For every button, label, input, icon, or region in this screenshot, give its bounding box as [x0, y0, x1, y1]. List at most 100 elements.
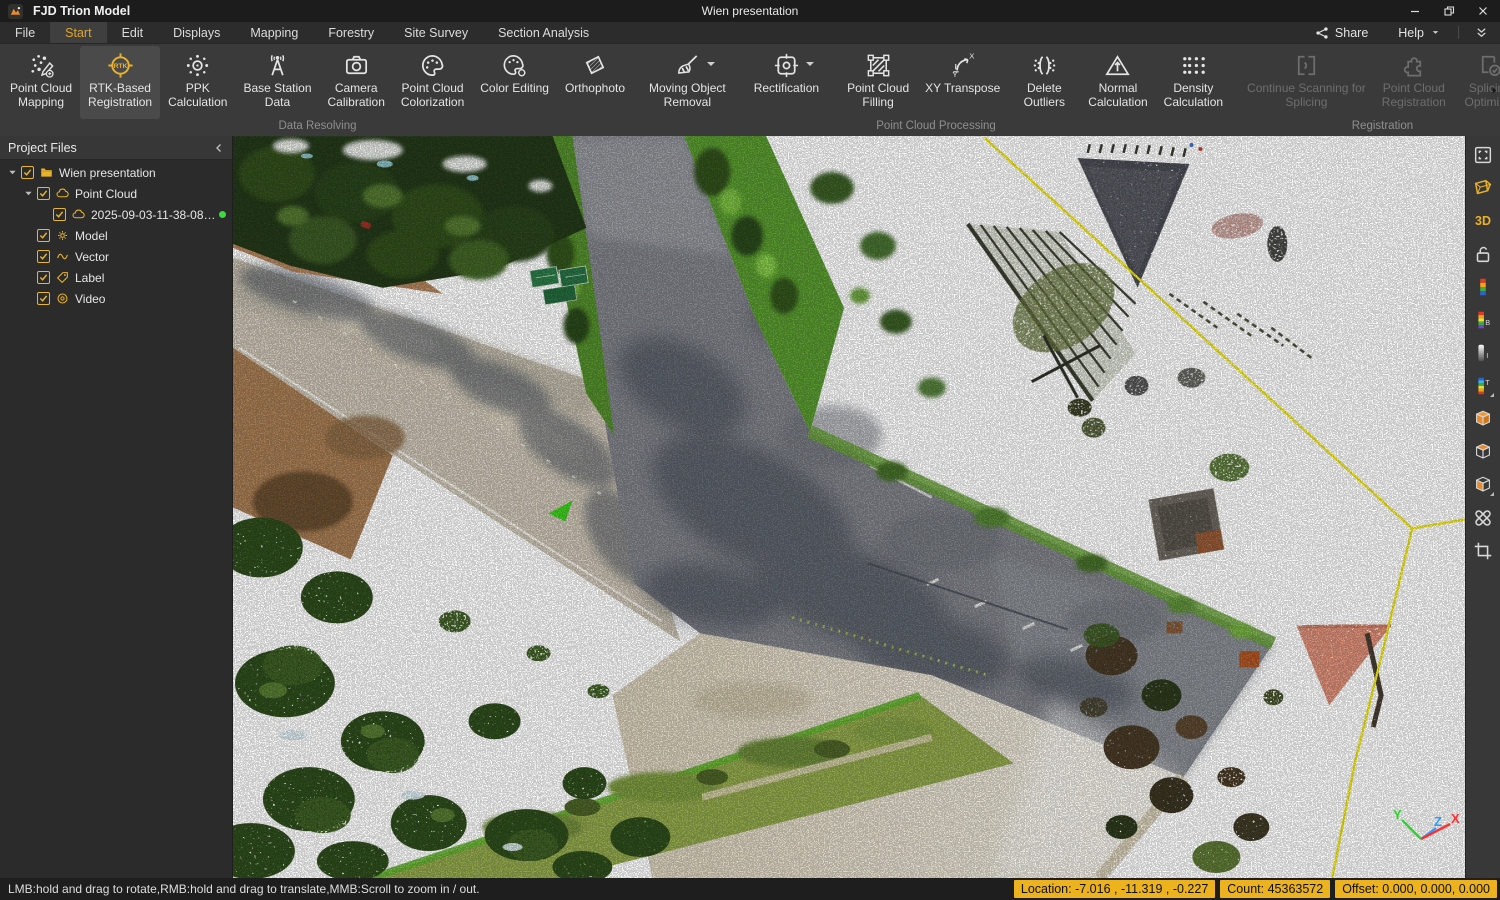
- checkbox[interactable]: [37, 292, 50, 305]
- app-window: FJD Trion Model Wien presentation FileSt…: [0, 0, 1500, 900]
- splicing-optimization-icon: [1475, 51, 1500, 80]
- ribbon-overflow-icon[interactable]: [1490, 82, 1499, 100]
- ribbon-button-orthophoto[interactable]: Orthophoto: [557, 46, 633, 119]
- menu-item-site-survey[interactable]: Site Survey: [389, 22, 483, 43]
- viewport-3d[interactable]: Y Z X: [233, 136, 1465, 878]
- cloud-icon: [72, 208, 85, 221]
- ribbon-button-label: Moving ObjectRemoval: [649, 81, 726, 109]
- expander-spacer: [22, 250, 35, 263]
- share-icon: [1315, 26, 1329, 40]
- dropdown-caret-icon[interactable]: [806, 62, 814, 70]
- ribbon-button-rtk-based-registration[interactable]: RTKRTK-BasedRegistration: [80, 46, 160, 119]
- color-by-intensity-icon: I: [1472, 342, 1494, 364]
- checkbox[interactable]: [37, 229, 50, 242]
- sidebar-item-model[interactable]: Model: [0, 225, 232, 246]
- status-badge-location: Location: -7.016 , -11.319 , -0.227: [1014, 880, 1215, 898]
- cube-side-face-button[interactable]: [1471, 473, 1495, 497]
- ribbon-button-delete-outliers[interactable]: DeleteOutliers: [1008, 46, 1080, 119]
- ribbon-button-normal-calculation[interactable]: NormalCalculation: [1080, 46, 1155, 119]
- ribbon-button-label: Base StationData: [243, 81, 311, 109]
- chevron-down-icon: [1431, 28, 1440, 37]
- ribbon-button-xy-transpose[interactable]: YXXY Transpose: [917, 46, 1008, 119]
- ribbon-button-label: DeleteOutliers: [1024, 81, 1065, 109]
- svg-text:RTK: RTK: [113, 63, 127, 70]
- mouse-hint: LMB:hold and drag to rotate,RMB:hold and…: [0, 882, 480, 896]
- color-by-elevation-button[interactable]: [1471, 275, 1495, 299]
- restore-button[interactable]: [1432, 0, 1466, 22]
- color-by-rgb-button[interactable]: B: [1471, 308, 1495, 332]
- ribbon-button-base-station-data[interactable]: Base StationData: [235, 46, 319, 119]
- help-menu[interactable]: Help: [1384, 26, 1454, 40]
- chevron-left-icon: [214, 143, 224, 153]
- checkbox[interactable]: [37, 250, 50, 263]
- point-cloud-colorization-icon: [418, 51, 447, 80]
- menu-item-file[interactable]: File: [0, 22, 50, 43]
- expander-arrow-icon[interactable]: [22, 187, 35, 200]
- ribbon-button-rectification[interactable]: Rectification: [746, 46, 839, 119]
- sidebar-item-label[interactable]: Label: [0, 267, 232, 288]
- axis-y-label: Y: [1393, 807, 1402, 822]
- color-by-intensity-button[interactable]: I: [1471, 341, 1495, 365]
- ribbon-button-color-editing[interactable]: Color Editing: [472, 46, 557, 119]
- share-button[interactable]: Share: [1299, 26, 1384, 40]
- ribbon-button-density-calculation[interactable]: DensityCalculation: [1156, 46, 1231, 119]
- axis-z-label: Z: [1434, 814, 1442, 829]
- menu-item-mapping[interactable]: Mapping: [235, 22, 313, 43]
- svg-text:Y: Y: [953, 70, 958, 79]
- crop-button[interactable]: [1471, 539, 1495, 563]
- ribbon-button-moving-object-removal[interactable]: Moving ObjectRemoval: [641, 46, 746, 119]
- rectification-icon: [772, 51, 801, 80]
- perspective-view-button[interactable]: [1471, 176, 1495, 200]
- lock-button[interactable]: [1471, 242, 1495, 266]
- dropdown-corner-icon: [1490, 393, 1494, 397]
- cloud-icon: [56, 187, 69, 200]
- sidebar-item-point-cloud[interactable]: Point Cloud: [0, 183, 232, 204]
- dropdown-corner-icon: [1490, 492, 1494, 496]
- ribbon-button-camera-calibration[interactable]: CameraCalibration: [320, 46, 393, 119]
- density-calculation-icon: [1179, 51, 1208, 80]
- checkbox[interactable]: [37, 187, 50, 200]
- sidebar-item-video[interactable]: Video: [0, 288, 232, 309]
- sidebar-item-wien-presentation[interactable]: Wien presentation: [0, 162, 232, 183]
- menu-item-displays[interactable]: Displays: [158, 22, 235, 43]
- checkbox[interactable]: [37, 271, 50, 284]
- minimize-button[interactable]: [1398, 0, 1432, 22]
- color-by-time-button[interactable]: T: [1471, 374, 1495, 398]
- sidebar-item-vector[interactable]: Vector: [0, 246, 232, 267]
- cube-top-face-button[interactable]: [1471, 440, 1495, 464]
- delete-outliers-icon: [1030, 51, 1059, 80]
- status-dot: [219, 211, 226, 218]
- ribbon-group-label: Registration: [1239, 119, 1500, 136]
- menu-item-edit[interactable]: Edit: [107, 22, 159, 43]
- cube-solid-button[interactable]: [1471, 407, 1495, 431]
- checkbox[interactable]: [21, 166, 34, 179]
- close-button[interactable]: [1466, 0, 1500, 22]
- mode-3d-button[interactable]: 3D: [1471, 209, 1495, 233]
- clip-delete-button[interactable]: [1471, 506, 1495, 530]
- rtk-registration-icon: RTK: [106, 51, 135, 80]
- ribbon-button-point-cloud-mapping[interactable]: Point CloudMapping: [2, 46, 80, 119]
- menu-item-forestry[interactable]: Forestry: [313, 22, 389, 43]
- label-icon: [56, 271, 69, 284]
- ribbon-button-ppk-calculation[interactable]: PPKCalculation: [160, 46, 235, 119]
- color-by-rgb-icon: B: [1472, 309, 1494, 331]
- ribbon-button-label: NormalCalculation: [1088, 81, 1147, 109]
- expander-spacer: [22, 229, 35, 242]
- ribbon-button-point-cloud-filling[interactable]: Point CloudFilling: [839, 46, 917, 119]
- title-bar: FJD Trion Model Wien presentation: [0, 0, 1500, 22]
- view-toolbar: 3D BI T: [1465, 136, 1500, 878]
- menu-item-start[interactable]: Start: [50, 22, 106, 43]
- expander-arrow-icon[interactable]: [6, 166, 19, 179]
- menu-item-section-analysis[interactable]: Section Analysis: [483, 22, 604, 43]
- dropdown-caret-icon[interactable]: [707, 62, 715, 70]
- viewport-container: Y Z X: [233, 136, 1465, 878]
- fit-view-button[interactable]: [1471, 143, 1495, 167]
- crop-icon: [1472, 540, 1494, 562]
- ribbon-button-point-cloud-colorization[interactable]: Point CloudColorization: [393, 46, 472, 119]
- collapse-ribbon-button[interactable]: [1463, 26, 1500, 39]
- vector-icon: [56, 250, 69, 263]
- sidebar-item-2025-09-03-11-38-08-avst[interactable]: 2025-09-03-11-38-08_Avst...: [0, 204, 232, 225]
- svg-text:T: T: [1485, 378, 1490, 387]
- checkbox[interactable]: [53, 208, 66, 221]
- panel-collapse-button[interactable]: [214, 143, 224, 153]
